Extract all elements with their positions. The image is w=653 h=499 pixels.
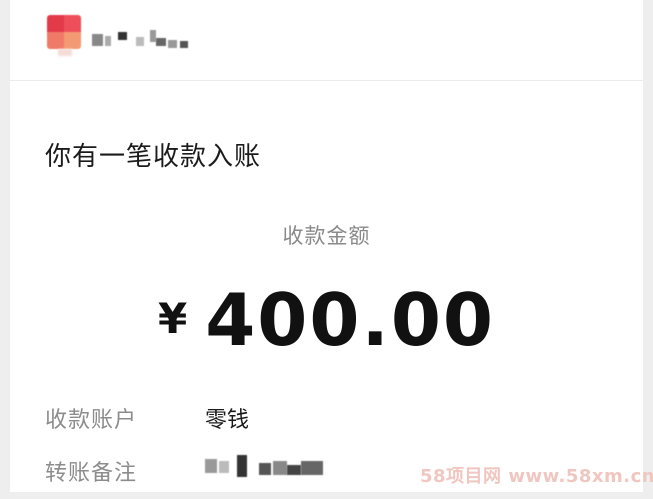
currency-symbol: ¥ — [157, 294, 188, 343]
payment-notification-card: 你有一笔收款入账 收款金额 ¥400.00 收款账户 零钱 转账备注 58项目网 … — [10, 0, 653, 492]
sender-name-blurred — [92, 28, 192, 50]
avatar[interactable] — [47, 15, 81, 49]
amount-label: 收款金额 — [282, 224, 371, 248]
detail-row-account: 收款账户 零钱 — [45, 402, 249, 434]
detail-label: 转账备注 — [45, 461, 138, 486]
avatar-blur-fragment — [58, 49, 72, 56]
amount-display: ¥400.00 — [10, 278, 643, 362]
remark-blurred — [205, 455, 345, 477]
sender-header — [10, 0, 643, 81]
detail-value: 零钱 — [205, 408, 250, 433]
detail-label: 收款账户 — [45, 408, 138, 433]
notification-title: 你有一笔收款入账 — [45, 142, 262, 172]
detail-row-remark: 转账备注 — [45, 455, 205, 487]
watermark: 58项目网 www.58xm.cn — [420, 466, 653, 487]
amount-value: 400.00 — [205, 278, 496, 362]
